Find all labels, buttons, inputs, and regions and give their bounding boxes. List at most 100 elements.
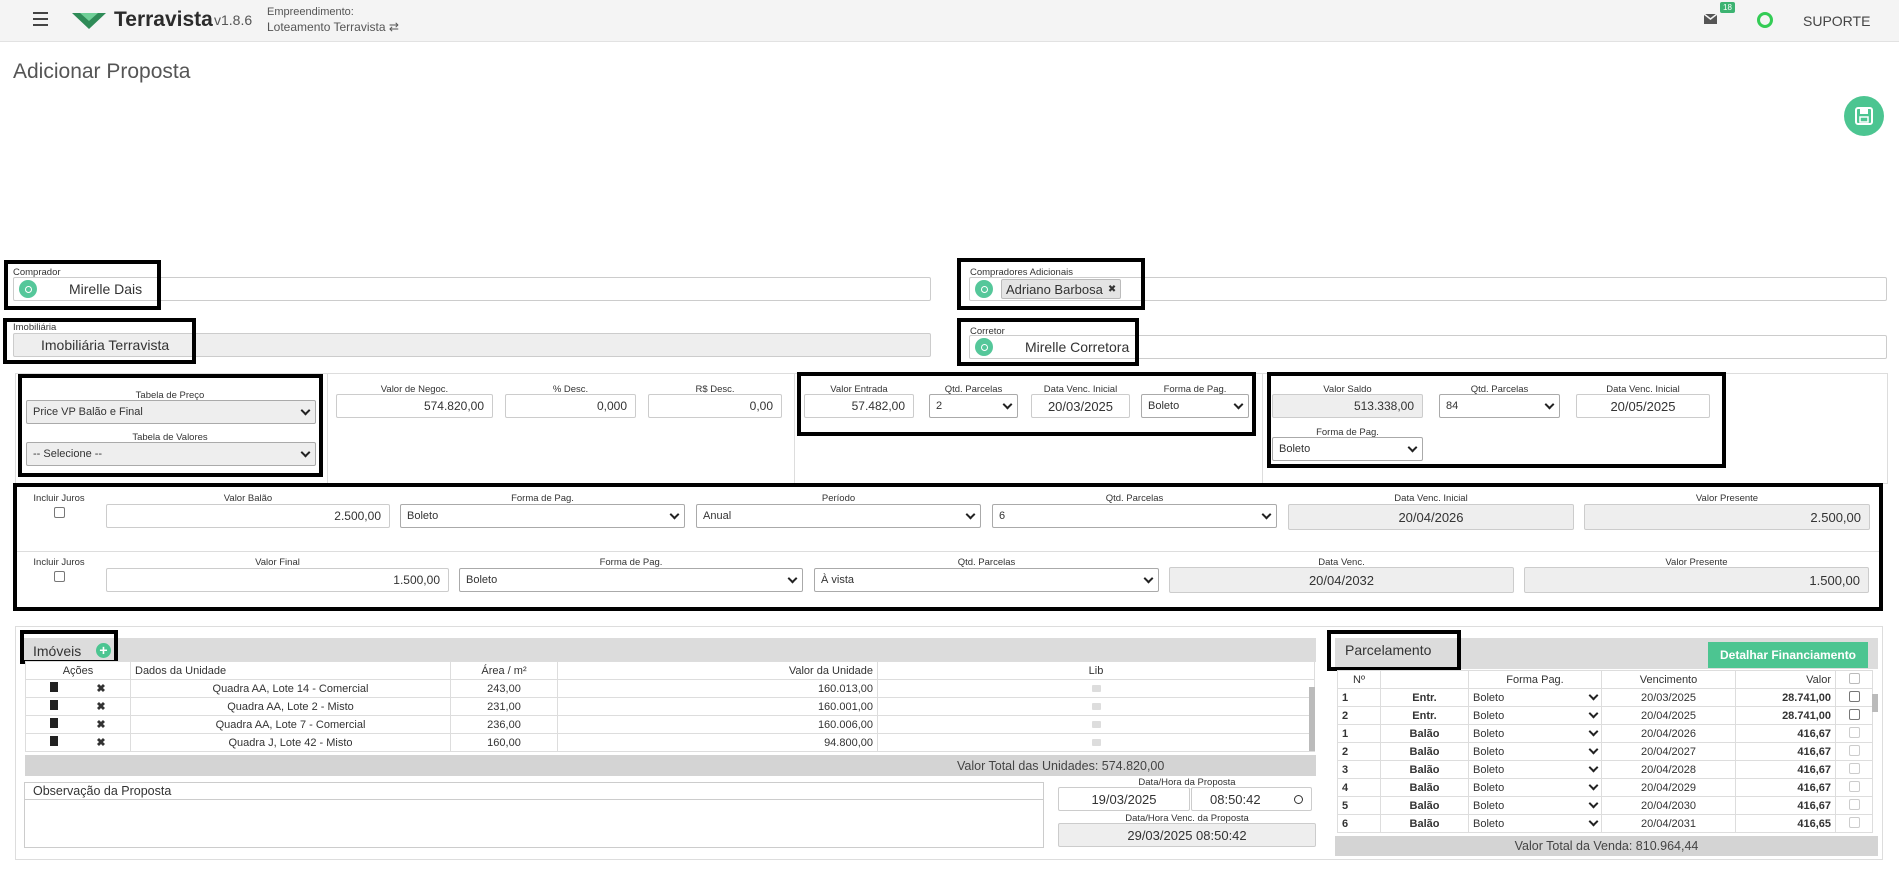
- support-link[interactable]: SUPORTE: [1803, 13, 1870, 29]
- forma-pag-entrada-select[interactable]: Boleto: [1141, 394, 1249, 418]
- data-venc-saldo-input[interactable]: 20/05/2025: [1576, 394, 1710, 418]
- parcela-forma-select[interactable]: Boleto: [1468, 760, 1602, 779]
- parcela-checkbox[interactable]: [1848, 798, 1860, 810]
- qtd-parcelas-saldo-value: 84: [1446, 400, 1459, 412]
- search-icon[interactable]: [19, 280, 37, 298]
- imoveis-total: Valor Total das Unidades: 574.820,00: [25, 755, 1316, 776]
- hora-proposta-input[interactable]: 08:50:42: [1191, 787, 1312, 811]
- document-icon[interactable]: [50, 682, 59, 692]
- chevron-down-icon: [1588, 708, 1599, 719]
- parcela-forma: Boleto: [1473, 781, 1505, 794]
- qtd-parcelas-entrada-select[interactable]: 2: [929, 394, 1018, 418]
- qtd-parcelas-saldo-select[interactable]: 84: [1439, 394, 1560, 418]
- comprador-value: Mirelle Dais: [69, 281, 143, 297]
- search-icon[interactable]: [975, 280, 993, 298]
- parcela-checkbox[interactable]: [1848, 726, 1860, 738]
- parcela-numero: 3: [1337, 760, 1381, 779]
- qtd-parcelas-final-select[interactable]: À vista: [814, 568, 1159, 592]
- valor-entrada-input[interactable]: 57.482,00: [804, 394, 914, 418]
- parcelamento-scrollbar[interactable]: [1872, 694, 1878, 712]
- parcela-vencimento: 20/04/2031: [1601, 814, 1736, 833]
- parcela-valor: 416,67: [1735, 742, 1836, 761]
- add-imovel-icon[interactable]: +: [96, 643, 111, 658]
- col-lib: Lib: [877, 661, 1315, 680]
- parcela-tipo: Balão: [1380, 760, 1469, 779]
- table-row: 1 Balão Boleto 20/04/2026 416,67: [1337, 724, 1873, 743]
- delete-icon[interactable]: ✖: [96, 683, 105, 695]
- parcela-forma-select[interactable]: Boleto: [1468, 724, 1602, 743]
- parcela-checkbox[interactable]: [1848, 708, 1860, 720]
- parcela-forma: Boleto: [1473, 745, 1505, 758]
- chevron-down-icon: [1002, 399, 1013, 409]
- corretor-value: Mirelle Corretora: [1025, 339, 1130, 355]
- imoveis-table: Ações Dados da Unidade Área / m² Valor d…: [25, 661, 1315, 752]
- document-icon[interactable]: [50, 736, 59, 746]
- parcela-forma-select[interactable]: Boleto: [1468, 778, 1602, 797]
- observacao-label: Observação da Proposta: [24, 781, 1044, 800]
- parcela-forma-select[interactable]: Boleto: [1468, 742, 1602, 761]
- document-icon[interactable]: [50, 700, 59, 710]
- tabela-valores-select[interactable]: -- Selecione --: [26, 442, 316, 466]
- valor-balao-label: Valor Balão: [223, 493, 273, 504]
- qtd-parcelas-balao-select[interactable]: 6: [992, 504, 1277, 528]
- chevron-down-icon: [1588, 816, 1599, 827]
- qtd-parcelas-balao-label: Qtd. Parcelas: [1105, 493, 1164, 504]
- data-venc-balao-label: Data Venc. Inicial: [1394, 493, 1468, 504]
- delete-icon[interactable]: ✖: [96, 701, 105, 713]
- search-icon[interactable]: [975, 338, 993, 356]
- col-tipo: [1380, 670, 1469, 689]
- parcela-numero: 4: [1337, 778, 1381, 797]
- parcela-forma-select[interactable]: Boleto: [1468, 688, 1602, 707]
- valor-final-input[interactable]: 1.500,00: [106, 568, 449, 592]
- table-row: 1 Entr. Boleto 20/03/2025 28.741,00: [1337, 688, 1873, 707]
- incluir-juros-balao-checkbox[interactable]: [54, 507, 65, 518]
- forma-pag-final-select[interactable]: Boleto: [459, 568, 803, 592]
- save-button[interactable]: [1844, 96, 1884, 136]
- parcela-forma-select[interactable]: Boleto: [1468, 814, 1602, 833]
- forma-pag-saldo-select[interactable]: Boleto: [1272, 437, 1423, 461]
- parcela-forma-select[interactable]: Boleto: [1468, 796, 1602, 815]
- parcela-checkbox[interactable]: [1848, 780, 1860, 792]
- forma-pag-balao-select[interactable]: Boleto: [400, 504, 685, 528]
- col-select-all: [1835, 670, 1873, 689]
- rs-desc-input[interactable]: 0,00: [648, 394, 782, 418]
- forma-pag-saldo-value: Boleto: [1279, 443, 1311, 455]
- parcela-checkbox[interactable]: [1848, 762, 1860, 774]
- table-row: 3 Balão Boleto 20/04/2028 416,67: [1337, 760, 1873, 779]
- pct-desc-input[interactable]: 0,000: [505, 394, 636, 418]
- qtd-parcelas-final-value: À vista: [821, 574, 855, 586]
- document-icon[interactable]: [50, 718, 59, 728]
- detalhar-financiamento-button[interactable]: Detalhar Financiamento: [1708, 642, 1868, 668]
- data-venc-entrada-input[interactable]: 20/03/2025: [1031, 394, 1130, 418]
- comprador-chip: Adriano Barbosa ✖: [1001, 279, 1122, 299]
- menu-icon[interactable]: [33, 11, 48, 27]
- parcela-checkbox[interactable]: [1848, 816, 1860, 828]
- periodo-value: Anual: [703, 510, 732, 522]
- parcela-tipo: Balão: [1380, 778, 1469, 797]
- chevron-down-icon: [1588, 780, 1599, 791]
- tabela-preco-select[interactable]: Price VP Balão e Final: [26, 400, 316, 424]
- periodo-select[interactable]: Anual: [696, 504, 981, 528]
- incluir-juros-final-checkbox[interactable]: [54, 571, 65, 582]
- imoveis-scrollbar[interactable]: [1309, 687, 1315, 751]
- parcela-checkbox[interactable]: [1848, 690, 1860, 702]
- delete-icon[interactable]: ✖: [96, 737, 105, 749]
- mail-icon[interactable]: [1704, 14, 1717, 24]
- unidade-valor: 94.800,00: [557, 733, 878, 752]
- remove-chip-icon[interactable]: ✖: [1108, 284, 1116, 295]
- imoveis-panel-header: [23, 638, 1316, 662]
- unidade-area: 243,00: [450, 679, 558, 698]
- delete-icon[interactable]: ✖: [96, 719, 105, 731]
- col-dados: Dados da Unidade: [130, 661, 451, 680]
- valor-negoc-input[interactable]: 574.820,00: [336, 394, 493, 418]
- parcela-forma-select[interactable]: Boleto: [1468, 706, 1602, 725]
- parcela-checkbox[interactable]: [1848, 744, 1860, 756]
- data-proposta-input[interactable]: 19/03/2025: [1058, 787, 1190, 811]
- vp-balao-input: 2.500,00: [1584, 504, 1870, 530]
- parcela-vencimento: 20/03/2025: [1601, 688, 1736, 707]
- empreendimento-switch[interactable]: Loteamento Terravista ⇄: [267, 20, 399, 34]
- select-all-checkbox[interactable]: [1848, 672, 1860, 684]
- unidade-valor: 160.001,00: [557, 697, 878, 716]
- valor-balao-input[interactable]: 2.500,00: [106, 504, 390, 528]
- chevron-down-icon: [1143, 573, 1154, 583]
